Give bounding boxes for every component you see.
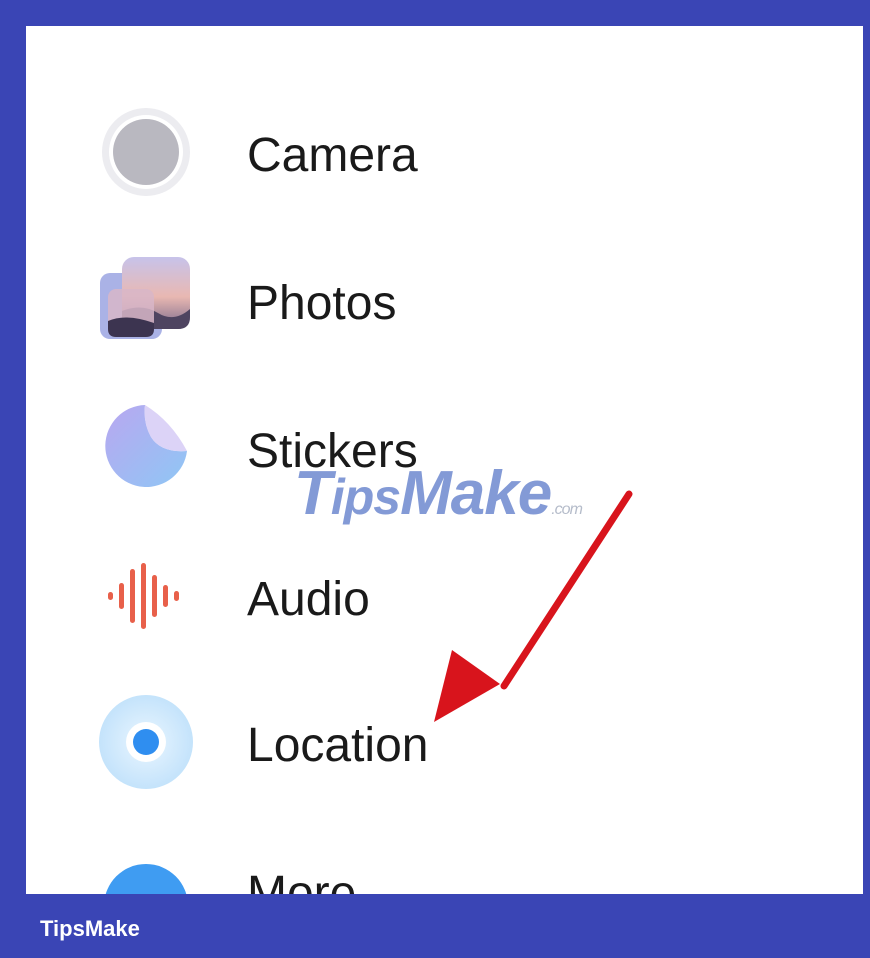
menu-item-location[interactable]: Location (26, 682, 863, 802)
menu-item-stickers[interactable]: Stickers (26, 388, 863, 508)
attachment-menu-panel: Camera Photos Stickers Audio Location Mo… (26, 26, 863, 894)
chevron-down-icon (96, 856, 196, 894)
menu-item-more[interactable]: More (26, 826, 863, 894)
menu-item-camera[interactable]: Camera (26, 92, 863, 212)
stickers-icon (96, 396, 196, 496)
camera-icon (96, 102, 196, 202)
menu-item-label: Audio (247, 573, 370, 626)
menu-item-label: Camera (247, 129, 418, 182)
menu-item-label: Stickers (247, 425, 418, 478)
footer-brand: TipsMake (40, 916, 140, 941)
menu-item-audio[interactable]: Audio (26, 536, 863, 656)
photos-icon (96, 250, 196, 350)
menu-item-label: More (247, 867, 357, 895)
footer-bar: TipsMake (0, 894, 870, 958)
menu-item-label: Photos (247, 277, 397, 330)
audio-waveform-icon (96, 546, 196, 646)
menu-item-photos[interactable]: Photos (26, 240, 863, 360)
menu-item-label: Location (247, 719, 429, 772)
location-icon (96, 692, 196, 792)
